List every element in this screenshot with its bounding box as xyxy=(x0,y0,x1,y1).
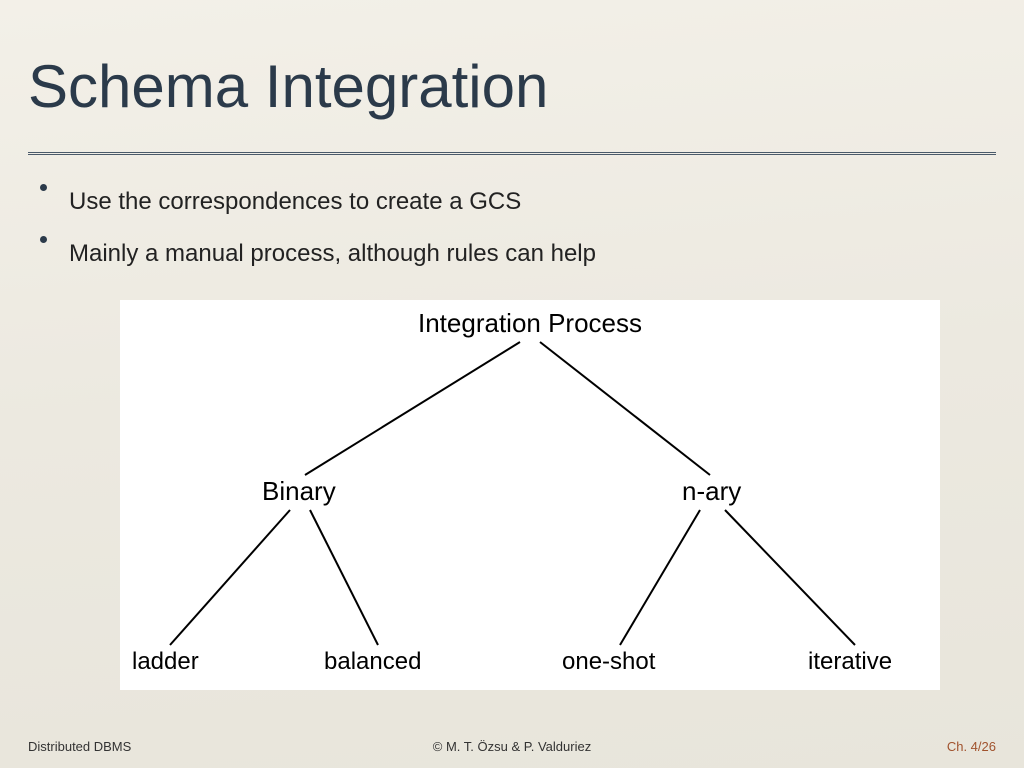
slide: Schema Integration Use the correspondenc… xyxy=(0,0,1024,768)
slide-footer: Distributed DBMS © M. T. Özsu & P. Valdu… xyxy=(0,734,1024,754)
bullet-text: Mainly a manual process, although rules … xyxy=(69,238,596,270)
footer-left-text: Distributed DBMS xyxy=(28,739,131,754)
list-item: Use the correspondences to create a GCS xyxy=(40,180,984,218)
bullet-icon xyxy=(40,236,47,243)
bullet-text: Use the correspondences to create a GCS xyxy=(69,186,521,218)
tree-leaf-ladder: ladder xyxy=(132,648,199,676)
tree-diagram: Integration Process Binary n-ary ladder … xyxy=(120,300,940,690)
tree-node-nary: n-ary xyxy=(682,476,741,507)
footer-page-number: Ch. 4/26 xyxy=(947,739,996,754)
tree-leaf-oneshot: one-shot xyxy=(562,648,655,676)
bullet-icon xyxy=(40,184,47,191)
tree-leaf-iterative: iterative xyxy=(808,648,892,676)
footer-center-text: © M. T. Özsu & P. Valduriez xyxy=(433,739,591,754)
bullet-list: Use the correspondences to create a GCS … xyxy=(40,180,984,285)
title-divider xyxy=(28,152,996,155)
tree-leaf-balanced: balanced xyxy=(324,648,421,676)
list-item: Mainly a manual process, although rules … xyxy=(40,232,984,270)
page-title: Schema Integration xyxy=(28,52,548,121)
tree-lines xyxy=(120,300,940,690)
tree-node-binary: Binary xyxy=(262,476,336,507)
tree-root-label: Integration Process xyxy=(418,308,642,339)
